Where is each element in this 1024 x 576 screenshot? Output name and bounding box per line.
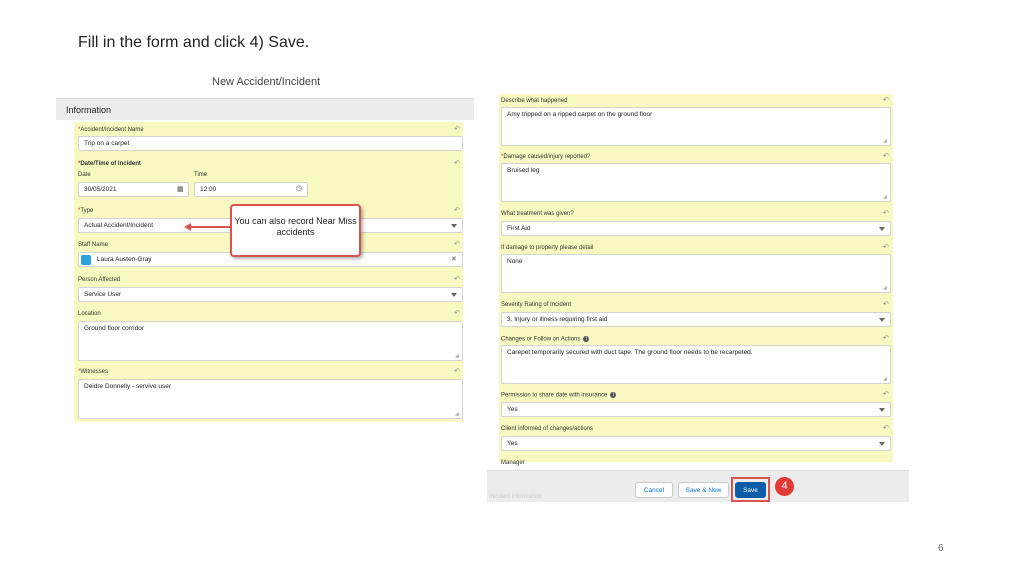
resize-handle-icon[interactable]: ◢: [455, 353, 459, 359]
treatment-label: What treatment was given?: [501, 211, 574, 217]
faded-section-text: Incident Information: [489, 494, 542, 500]
undo-icon[interactable]: ↶: [454, 309, 460, 317]
near-miss-callout: You can also record Near Miss accidents: [230, 204, 361, 257]
accident-name-label: *Accident/Incident Name: [78, 127, 144, 133]
form-footer: Incident Information Cancel Save & New S…: [487, 470, 909, 502]
resize-handle-icon[interactable]: ◢: [883, 285, 887, 291]
location-textarea[interactable]: Ground floor corridor: [78, 321, 463, 361]
info-icon[interactable]: i: [610, 392, 617, 398]
accident-name-input[interactable]: Trip on a carpet: [78, 136, 463, 151]
page-number: 6: [938, 543, 944, 554]
undo-icon[interactable]: ↶: [883, 209, 889, 217]
chevron-down-icon[interactable]: [451, 224, 457, 228]
cancel-button[interactable]: Cancel: [635, 482, 673, 498]
info-icon[interactable]: i: [583, 336, 590, 342]
type-label: *Type: [78, 208, 94, 214]
chevron-down-icon[interactable]: [451, 293, 457, 297]
callout-arrow: [190, 226, 230, 228]
contact-icon: [81, 255, 91, 265]
person-affected-select[interactable]: Service User: [78, 287, 463, 302]
person-affected-label: Person Affected: [78, 277, 121, 283]
permission-select[interactable]: Yes: [501, 402, 891, 417]
changes-label: Changes or Follow on Actions i: [501, 336, 590, 343]
damage-textarea[interactable]: Bruised leg: [501, 163, 891, 202]
resize-handle-icon[interactable]: ◢: [883, 194, 887, 200]
undo-icon[interactable]: ↶: [883, 334, 889, 342]
resize-handle-icon[interactable]: ◢: [883, 376, 887, 382]
undo-icon[interactable]: ↶: [454, 367, 460, 375]
right-form-panel: Describe what happened ↶ Amy tripped on …: [487, 94, 909, 470]
undo-icon[interactable]: ↶: [883, 243, 889, 251]
property-label: If damage to property please detail: [501, 245, 594, 251]
manager-label: Manager: [501, 460, 525, 466]
client-informed-label: Client informed of changes/actions: [501, 426, 594, 432]
severity-label: Severity Rating of Incident: [501, 302, 572, 308]
callout-arrow-head: [184, 223, 191, 231]
undo-icon[interactable]: ↶: [454, 206, 460, 214]
save-button[interactable]: Save: [735, 482, 766, 498]
undo-icon[interactable]: ↶: [883, 152, 889, 160]
property-textarea[interactable]: None: [501, 254, 891, 293]
highlighted-fields: [74, 122, 463, 422]
chevron-down-icon[interactable]: [879, 408, 885, 412]
calendar-icon[interactable]: ▦: [177, 185, 184, 193]
witnesses-label: *Witnesses: [78, 369, 109, 375]
changes-textarea[interactable]: Carepet temporarily secured with duct ta…: [501, 345, 891, 384]
resize-handle-icon[interactable]: ◢: [455, 411, 459, 417]
treatment-select[interactable]: First Aid: [501, 221, 891, 236]
resize-handle-icon[interactable]: ◢: [883, 138, 887, 144]
staff-name-label: Staff Name: [78, 242, 108, 248]
section-header: Information: [56, 98, 474, 120]
form-title: New Accident/Incident: [212, 76, 321, 88]
step-number-badge: 4: [775, 477, 794, 496]
chevron-down-icon[interactable]: [879, 227, 885, 231]
time-label: Time: [194, 172, 208, 178]
damage-label: *Damage caused/injury reported?: [501, 154, 591, 160]
permission-label: Permission to share date with insurance i: [501, 392, 617, 399]
clock-icon[interactable]: ◷: [296, 184, 302, 192]
client-informed-select[interactable]: Yes: [501, 436, 891, 451]
undo-icon[interactable]: ↶: [454, 275, 460, 283]
datetime-label: *Date/Time of Incident: [78, 161, 141, 167]
undo-icon[interactable]: ↶: [883, 96, 889, 104]
time-input[interactable]: 12:00: [194, 182, 308, 197]
save-and-new-button[interactable]: Save & New: [678, 482, 729, 498]
date-label: Date: [78, 172, 91, 178]
undo-icon[interactable]: ↶: [454, 240, 460, 248]
clear-icon[interactable]: ✕: [451, 255, 457, 263]
left-form-panel: Information *Accident/Incident Name ↶ Tr…: [56, 98, 474, 422]
undo-icon[interactable]: ↶: [883, 424, 889, 432]
date-input[interactable]: 30/05/2021: [78, 182, 189, 197]
undo-icon[interactable]: ↶: [883, 390, 889, 398]
undo-icon[interactable]: ↶: [883, 300, 889, 308]
describe-label: Describe what happened: [501, 98, 568, 104]
undo-icon[interactable]: ↶: [454, 159, 460, 167]
severity-select[interactable]: 3. Injury or illness requiring first aid: [501, 312, 891, 327]
slide-title: Fill in the form and click 4) Save.: [78, 34, 310, 51]
location-label: Location: [78, 311, 101, 317]
chevron-down-icon[interactable]: [879, 318, 885, 322]
undo-icon[interactable]: ↶: [454, 125, 460, 133]
describe-textarea[interactable]: Amy tripped on a ripped carpet on the gr…: [501, 107, 891, 146]
witnesses-textarea[interactable]: Deidre Donnelly - servive user: [78, 379, 463, 419]
chevron-down-icon[interactable]: [879, 442, 885, 446]
